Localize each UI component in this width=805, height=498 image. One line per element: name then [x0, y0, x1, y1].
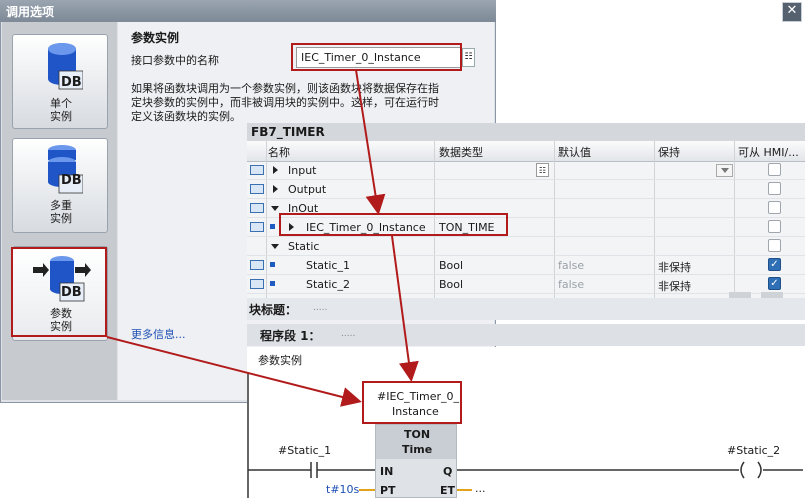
- annotation-arrows: [106, 69, 419, 407]
